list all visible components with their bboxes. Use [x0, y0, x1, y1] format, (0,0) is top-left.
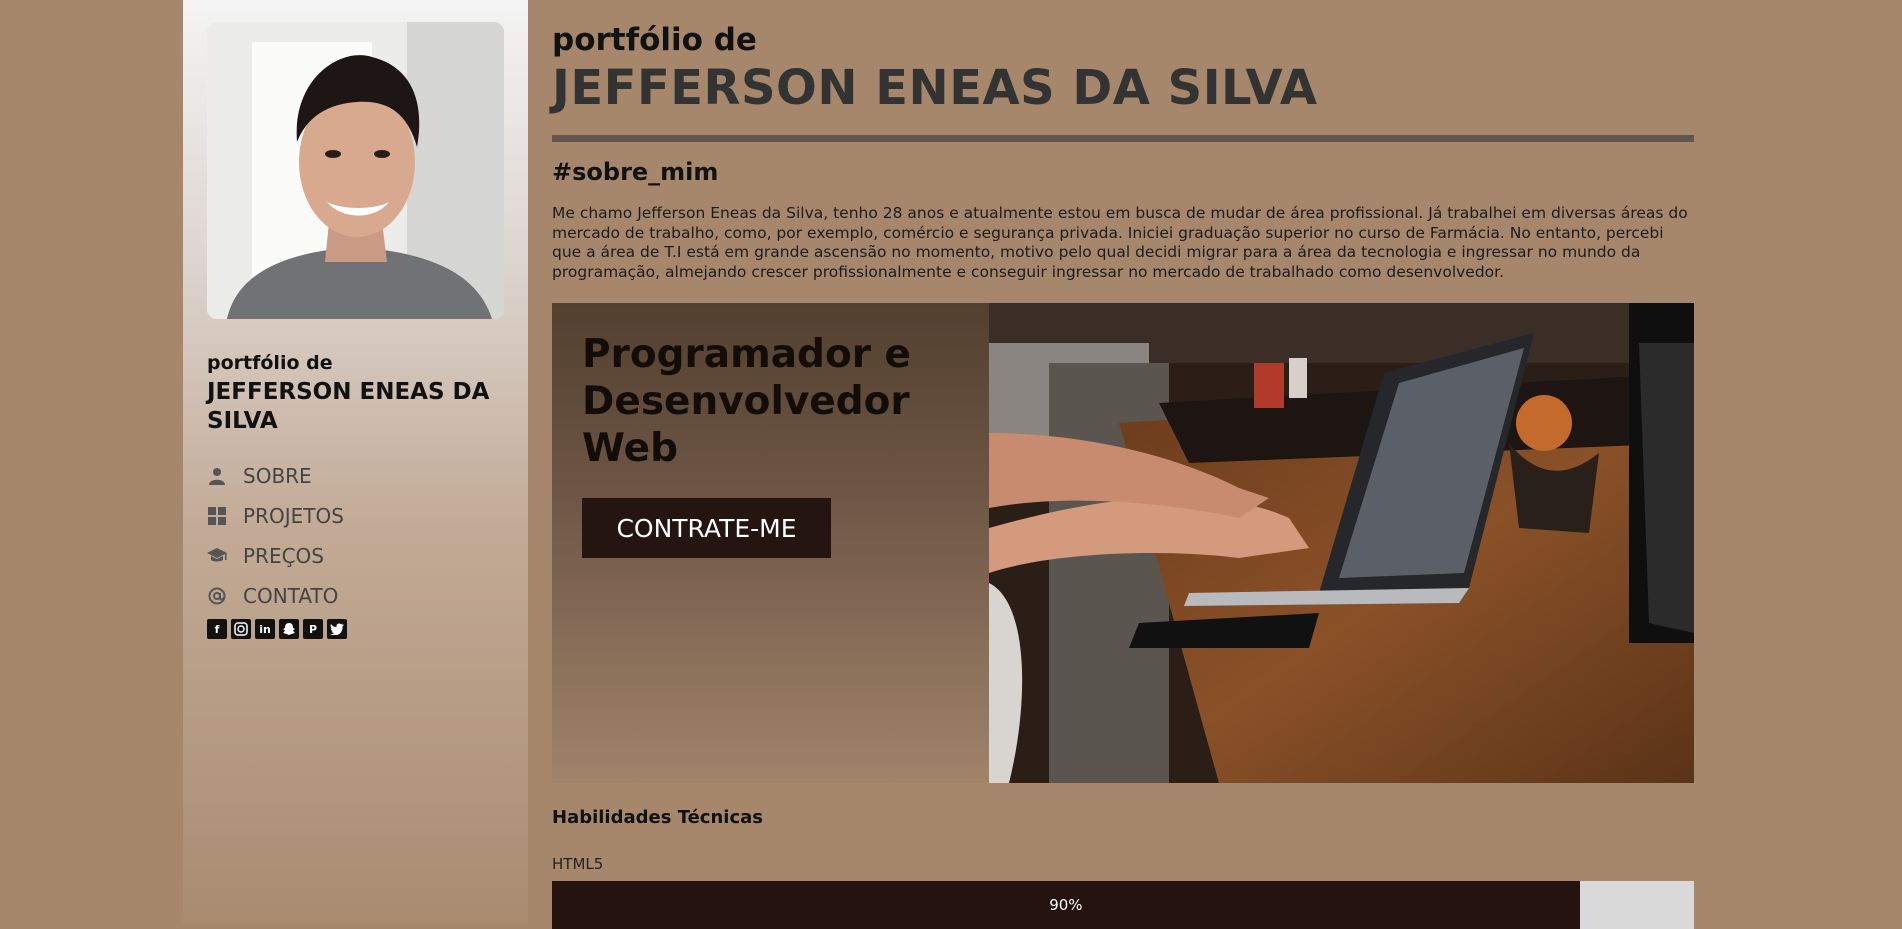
- profile-photo: [207, 22, 504, 319]
- facebook-icon[interactable]: f: [207, 619, 227, 639]
- hero-title: Programador e Desenvolvedor Web: [582, 332, 912, 471]
- nav-item-contato[interactable]: CONTATO: [207, 576, 344, 616]
- at-icon: [207, 586, 227, 606]
- skill-label-html5: HTML5: [552, 855, 604, 873]
- skill-progress-html5: 90%: [552, 881, 1694, 929]
- nav-item-sobre[interactable]: SOBRE: [207, 456, 344, 496]
- title-divider: [552, 135, 1694, 142]
- about-heading: #sobre_mim: [552, 158, 719, 186]
- nav-label: CONTATO: [243, 584, 339, 608]
- graduation-cap-icon: [207, 546, 227, 566]
- sidebar-portfolio-label: portfólio de: [207, 352, 333, 374]
- twitter-icon[interactable]: [327, 619, 347, 639]
- hero-text-panel: Programador e Desenvolvedor Web CONTRATE…: [552, 303, 989, 783]
- skills-heading: Habilidades Técnicas: [552, 807, 763, 828]
- about-text: Me chamo Jefferson Eneas da Silva, tenho…: [552, 204, 1688, 281]
- linkedin-icon[interactable]: in: [255, 619, 275, 639]
- sidebar-owner-name: JEFFERSON ENEAS DA SILVA: [207, 379, 490, 434]
- nav-label: PREÇOS: [243, 544, 324, 568]
- nav-item-precos[interactable]: PREÇOS: [207, 536, 344, 576]
- sidebar-nav: SOBRE PROJETOS PREÇOS CONTATO: [207, 456, 344, 616]
- nav-label: PROJETOS: [243, 504, 344, 528]
- hero-laptop-photo: [989, 303, 1694, 783]
- snapchat-icon[interactable]: [279, 619, 299, 639]
- user-icon: [207, 466, 227, 486]
- sidebar: portfólio de JEFFERSON ENEAS DA SILVA SO…: [183, 0, 528, 924]
- pinterest-icon[interactable]: P: [303, 619, 323, 639]
- skill-progress-fill: 90%: [552, 881, 1580, 929]
- nav-label: SOBRE: [243, 464, 312, 488]
- grid-icon: [207, 506, 227, 526]
- page-subtitle: portfólio de: [552, 22, 757, 58]
- hire-me-button[interactable]: CONTRATE-ME: [582, 498, 831, 558]
- social-links: f in P: [207, 619, 347, 639]
- instagram-icon[interactable]: [231, 619, 251, 639]
- nav-item-projetos[interactable]: PROJETOS: [207, 496, 344, 536]
- page-title: JEFFERSON ENEAS DA SILVA: [552, 60, 1318, 116]
- hero-banner: Programador e Desenvolvedor Web CONTRATE…: [552, 303, 1694, 783]
